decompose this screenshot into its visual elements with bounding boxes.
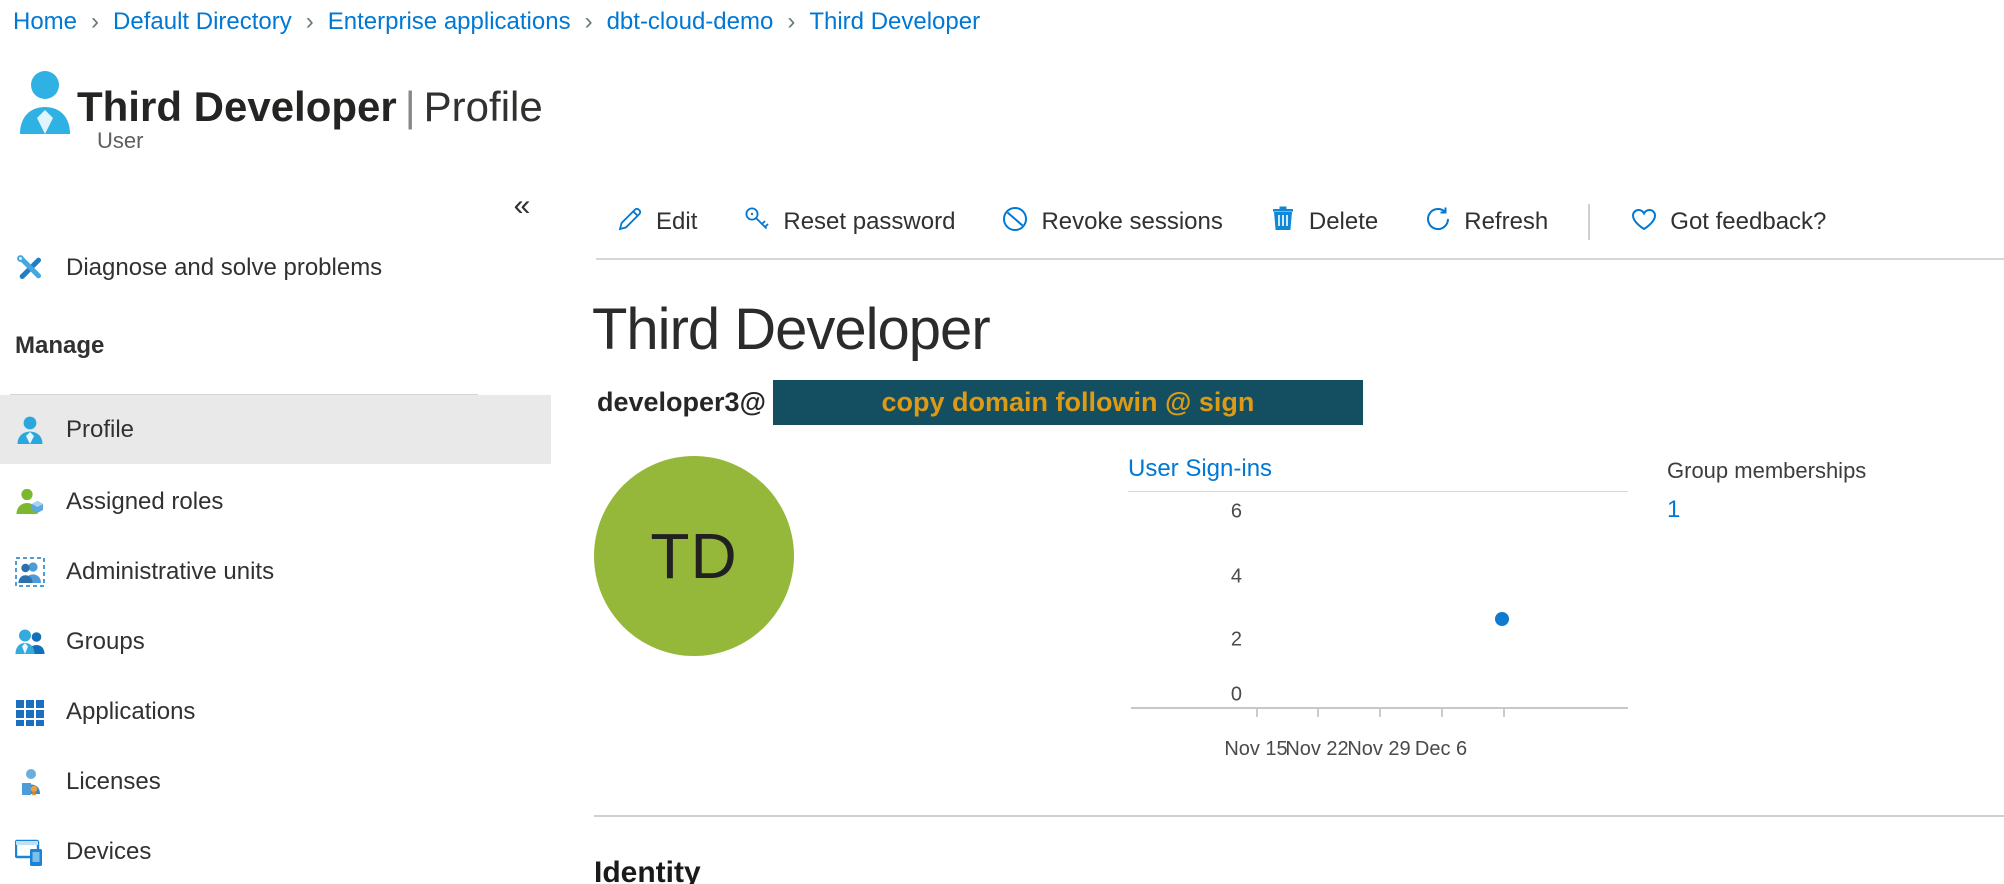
sidebar-item-applications[interactable]: Applications	[0, 677, 551, 747]
sidebar-item-devices[interactable]: Devices	[0, 817, 551, 884]
x-axis-tick-label: Nov 22	[1285, 738, 1348, 761]
refresh-label: Refresh	[1464, 208, 1548, 236]
double-chevron-left-icon: «	[514, 189, 531, 223]
breadcrumb-default-directory[interactable]: Default Directory	[113, 8, 292, 36]
user-display-name: Third Developer	[592, 296, 990, 363]
sidebar-item-label: Administrative units	[66, 558, 274, 586]
page-title-suffix: Profile	[424, 83, 543, 130]
y-axis-tick-label: 0	[1196, 684, 1242, 707]
tools-icon	[15, 253, 45, 283]
avatar-initials: TD	[650, 519, 737, 593]
page-title: Third Developer|Profile	[77, 83, 543, 131]
redaction-overlay: copy domain followin @ sign	[773, 380, 1363, 425]
x-axis-tick	[1256, 709, 1258, 717]
refresh-icon	[1424, 205, 1452, 240]
groups-icon	[15, 627, 45, 657]
pencil-icon	[616, 205, 644, 240]
breadcrumb-separator: ›	[91, 8, 99, 36]
breadcrumb-dbt-cloud-demo[interactable]: dbt-cloud-demo	[607, 8, 774, 36]
toolbar-divider	[596, 258, 2004, 260]
chart-title-divider	[1128, 491, 1628, 492]
breadcrumb-separator: ›	[306, 8, 314, 36]
got-feedback-label: Got feedback?	[1670, 208, 1826, 236]
x-axis-tick	[1503, 709, 1505, 717]
sidebar-item-label: Groups	[66, 628, 145, 656]
reset-password-button[interactable]: Reset password	[737, 204, 961, 241]
applications-icon	[15, 697, 45, 727]
toolbar-separator	[1588, 204, 1590, 240]
page-title-name: Third Developer	[77, 83, 397, 130]
delete-button[interactable]: Delete	[1263, 204, 1384, 241]
sidebar-item-groups[interactable]: Groups	[0, 607, 551, 677]
sidebar-item-label: Applications	[66, 698, 195, 726]
page-title-separator: |	[397, 83, 424, 130]
signin-data-point	[1495, 612, 1509, 626]
delete-label: Delete	[1309, 208, 1378, 236]
user-sign-ins-link[interactable]: User Sign-ins	[1128, 455, 1272, 483]
sidebar-item-assigned-roles[interactable]: Assigned roles	[0, 467, 551, 537]
email-prefix: developer3@	[597, 387, 766, 418]
group-memberships-label: Group memberships	[1667, 458, 1866, 484]
refresh-button[interactable]: Refresh	[1418, 204, 1554, 241]
y-axis-tick-label: 4	[1196, 566, 1242, 589]
breadcrumb-enterprise-applications[interactable]: Enterprise applications	[328, 8, 571, 36]
sidebar-item-label: Profile	[66, 416, 134, 444]
sidebar-item-administrative-units[interactable]: Administrative units	[0, 537, 551, 607]
sidebar-collapse-button[interactable]: «	[500, 186, 544, 226]
x-axis-tick-label: Nov 15	[1224, 738, 1287, 761]
section-divider	[594, 815, 2004, 817]
command-bar: Edit Reset password Revoke sessions	[610, 196, 1832, 248]
x-axis-tick-label: Dec 6	[1415, 738, 1467, 761]
sidebar-item-diagnose[interactable]: Diagnose and solve problems	[0, 233, 551, 303]
admin-units-icon	[15, 557, 45, 587]
heart-icon	[1630, 205, 1658, 240]
identity-section-heading: Identity	[594, 856, 701, 884]
breadcrumb-separator: ›	[585, 8, 593, 36]
breadcrumb: Home › Default Directory › Enterprise ap…	[13, 4, 980, 40]
user-avatar-icon	[18, 70, 72, 136]
revoke-sessions-button[interactable]: Revoke sessions	[995, 204, 1228, 241]
got-feedback-button[interactable]: Got feedback?	[1624, 204, 1832, 241]
page-subtitle: User	[97, 128, 143, 154]
x-axis-tick-label: Nov 29	[1347, 738, 1410, 761]
devices-icon	[15, 837, 45, 867]
edit-button[interactable]: Edit	[610, 204, 703, 241]
sidebar-section-manage: Manage	[15, 332, 104, 360]
breadcrumb-separator: ›	[787, 8, 795, 36]
user-principal-name-row: developer3@ copy domain followin @ sign	[597, 380, 1363, 425]
breadcrumb-home[interactable]: Home	[13, 8, 77, 36]
x-axis-tick	[1379, 709, 1381, 717]
y-axis-tick-label: 2	[1196, 629, 1242, 652]
x-axis-tick	[1317, 709, 1319, 717]
redaction-note: copy domain followin @ sign	[881, 387, 1254, 418]
edit-label: Edit	[656, 208, 697, 236]
y-axis-tick-label: 6	[1196, 501, 1242, 524]
revoke-sessions-label: Revoke sessions	[1041, 208, 1222, 236]
sidebar-item-label: Diagnose and solve problems	[66, 254, 382, 282]
licenses-icon	[15, 767, 45, 797]
sidebar-item-licenses[interactable]: Licenses	[0, 747, 551, 817]
sidebar-item-label: Devices	[66, 838, 151, 866]
key-icon	[743, 205, 771, 240]
group-memberships-count-link[interactable]: 1	[1667, 496, 1680, 524]
sidebar-item-label: Assigned roles	[66, 488, 223, 516]
assigned-roles-icon	[15, 487, 45, 517]
sidebar-item-profile[interactable]: Profile	[0, 395, 551, 464]
reset-password-label: Reset password	[783, 208, 955, 236]
breadcrumb-third-developer[interactable]: Third Developer	[809, 8, 980, 36]
sidebar-item-label: Licenses	[66, 768, 161, 796]
trash-icon	[1269, 205, 1297, 240]
person-icon	[15, 415, 45, 445]
x-axis-tick	[1441, 709, 1443, 717]
block-icon	[1001, 205, 1029, 240]
azure-portal-user-profile-page: Home › Default Directory › Enterprise ap…	[0, 0, 2004, 884]
avatar: TD	[594, 456, 794, 656]
